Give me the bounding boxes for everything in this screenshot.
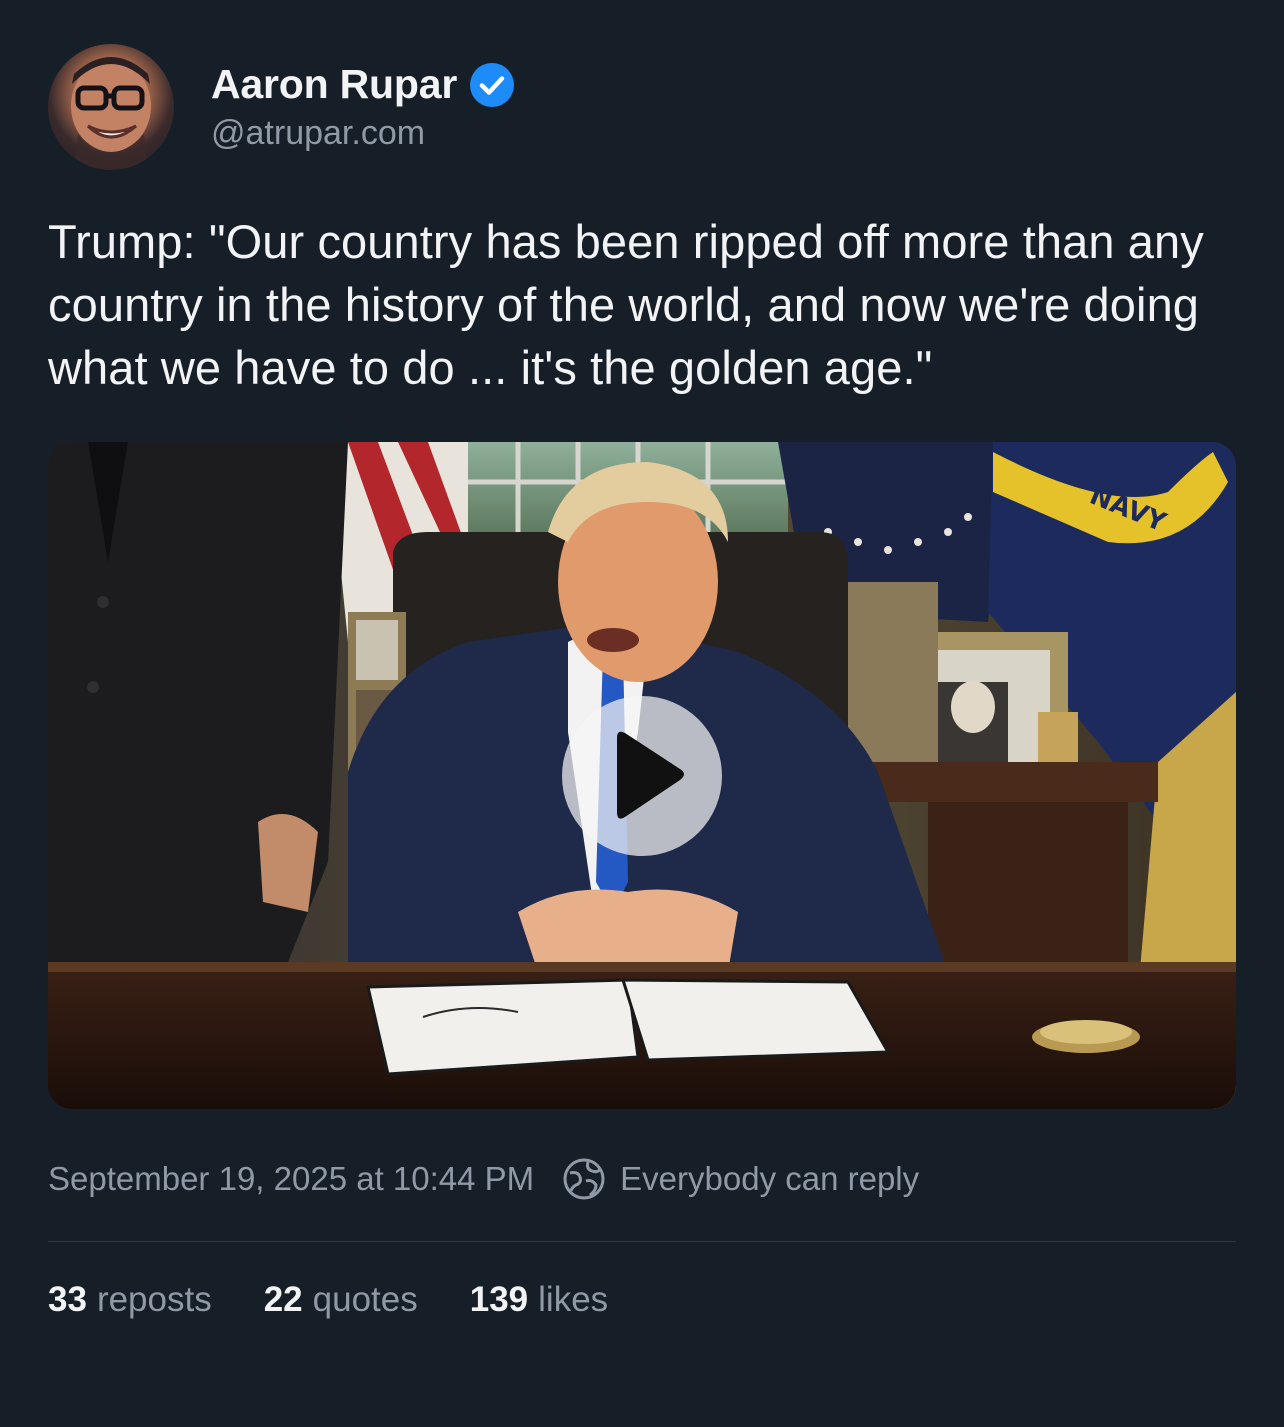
name-row: Aaron Rupar (211, 61, 515, 108)
globe-icon (563, 1158, 605, 1200)
avatar-image (71, 57, 151, 170)
likes-stat[interactable]: 139 likes (470, 1280, 608, 1320)
divider (48, 1241, 1236, 1242)
likes-label: likes (538, 1280, 609, 1319)
verified-badge-icon (470, 62, 515, 107)
reposts-count: 33 (48, 1280, 87, 1319)
quotes-count: 22 (263, 1280, 303, 1319)
handle[interactable]: @atrupar.com (211, 114, 515, 153)
play-icon (617, 731, 684, 819)
play-button[interactable] (562, 696, 722, 856)
quotes-stat[interactable]: 22 quotes (264, 1280, 418, 1320)
post-header: Aaron Rupar @atrupar.com (48, 44, 1236, 170)
reposts-label: reposts (96, 1280, 212, 1319)
avatar[interactable] (48, 44, 174, 170)
reposts-stat[interactable]: 33 reposts (48, 1280, 212, 1320)
video-player[interactable]: NAVY (48, 442, 1236, 1109)
post-meta: September 19, 2025 at 10:44 PM Everybody… (48, 1157, 1236, 1201)
timestamp[interactable]: September 19, 2025 at 10:44 PM (48, 1160, 534, 1198)
post-text: Trump: "Our country has been ripped off … (48, 215, 1204, 394)
post: Aaron Rupar @atrupar.com Trump: "Our cou… (48, 44, 1236, 1320)
post-stats: 33 reposts 22 quotes 139 likes (48, 1280, 1236, 1320)
quotes-label: quotes (312, 1280, 418, 1319)
author-info: Aaron Rupar @atrupar.com (211, 61, 515, 153)
reply-setting[interactable]: Everybody can reply (620, 1160, 919, 1198)
likes-count: 139 (469, 1280, 529, 1319)
display-name[interactable]: Aaron Rupar (211, 61, 457, 108)
